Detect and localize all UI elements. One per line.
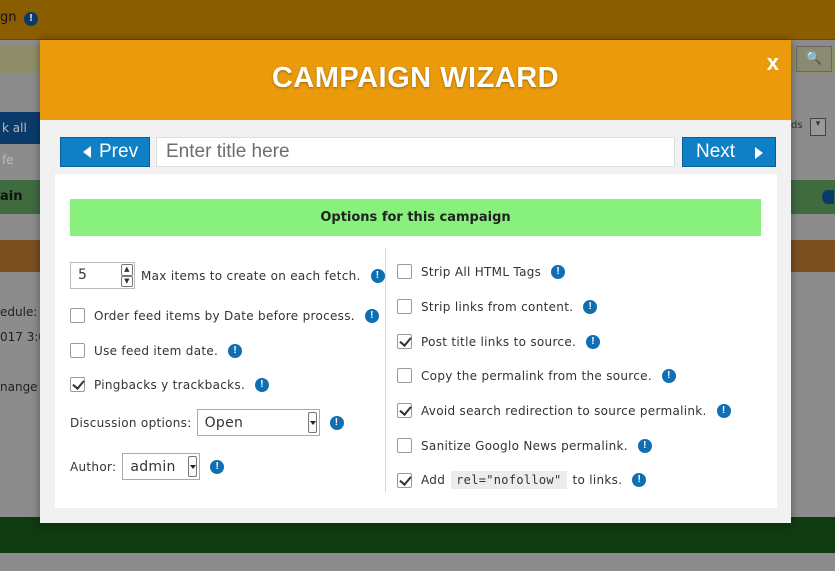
arrow-left-icon — [83, 146, 91, 158]
info-icon[interactable]: ! — [370, 268, 385, 283]
right-options-column: Strip All HTML Tags ! Strip links from c… — [386, 174, 777, 508]
author-row: Author: admin ! — [70, 453, 225, 480]
copy-permalink-checkbox[interactable] — [397, 368, 412, 383]
background-check-all-feeds: k all fe — [0, 112, 40, 167]
post-title-links-label: Post title links to source. — [421, 334, 577, 349]
info-icon[interactable]: ! — [210, 459, 225, 474]
close-icon[interactable]: x — [767, 50, 779, 76]
background-right-select: ▾ — [810, 118, 826, 136]
next-button-label: Next — [696, 141, 736, 162]
pingbacks-label: Pingbacks y trackbacks. — [94, 377, 246, 392]
arrow-right-icon — [755, 147, 763, 159]
strip-links-label: Strip links from content. — [421, 299, 574, 314]
options-panel: Options for this campaign 5 ▲ ▼ Max item… — [55, 174, 777, 508]
use-feed-date-checkbox[interactable] — [70, 343, 85, 358]
info-icon[interactable]: ! — [364, 308, 379, 323]
pingbacks-row: Pingbacks y trackbacks. ! — [70, 377, 270, 392]
background-topbar-text: gn — [0, 10, 17, 25]
sanitize-google-checkbox[interactable] — [397, 438, 412, 453]
title-input[interactable] — [156, 137, 675, 167]
info-icon[interactable]: ! — [329, 415, 344, 430]
info-icon: ! — [24, 12, 38, 26]
next-button[interactable]: Next — [682, 137, 776, 167]
author-value: admin — [130, 458, 176, 475]
discussion-row: Discussion options: Open ! — [70, 409, 344, 436]
stepper-buttons: ▲ ▼ — [120, 263, 134, 288]
nofollow-label-after: to links. — [572, 473, 623, 487]
chevron-down-icon[interactable]: ▼ — [121, 275, 133, 287]
discussion-value: Open — [204, 414, 244, 431]
background-info-icon — [822, 190, 834, 204]
strip-html-label: Strip All HTML Tags — [421, 264, 542, 279]
nofollow-label-before: Add — [421, 473, 446, 487]
info-icon[interactable]: ! — [632, 473, 647, 487]
modal-header: CAMPAIGN WIZARD x — [40, 40, 791, 120]
max-items-row: 5 ▲ ▼ Max items to create on each fetch.… — [70, 262, 385, 289]
left-options-column: 5 ▲ ▼ Max items to create on each fetch.… — [55, 174, 385, 508]
campaign-wizard-modal: CAMPAIGN WIZARD x Prev Next Options for … — [40, 40, 791, 523]
author-select[interactable]: admin — [122, 453, 201, 480]
sanitize-google-label: Sanitize Googlo News permalink. — [421, 438, 628, 453]
max-items-stepper[interactable]: 5 ▲ ▼ — [70, 262, 135, 289]
modal-title: CAMPAIGN WIZARD — [271, 62, 560, 94]
order-by-date-checkbox[interactable] — [70, 308, 85, 323]
wizard-nav: Prev Next — [60, 137, 776, 167]
info-icon[interactable]: ! — [551, 264, 566, 279]
copy-permalink-label: Copy the permalink from the source. — [421, 368, 652, 383]
post-title-links-row: Post title links to source. ! — [397, 334, 601, 349]
background-topbar: gn ! — [0, 0, 835, 40]
order-by-date-row: Order feed items by Date before process.… — [70, 308, 379, 323]
max-items-label: Max items to create on each fetch. — [141, 268, 361, 283]
order-by-date-label: Order feed items by Date before process. — [94, 308, 355, 323]
nofollow-code: rel="nofollow" — [451, 471, 567, 489]
max-items-value: 5 — [78, 267, 88, 283]
background-right-label: ds — [791, 120, 803, 131]
strip-links-row: Strip links from content. ! — [397, 299, 598, 314]
nofollow-checkbox[interactable] — [397, 472, 412, 488]
discussion-select[interactable]: Open — [196, 409, 320, 436]
info-icon[interactable]: ! — [228, 343, 243, 358]
use-feed-date-row: Use feed item date. ! — [70, 343, 243, 358]
info-icon[interactable]: ! — [661, 368, 676, 383]
info-icon[interactable]: ! — [586, 334, 601, 349]
info-icon[interactable]: ! — [255, 377, 270, 392]
prev-button[interactable]: Prev — [60, 137, 150, 167]
strip-html-row: Strip All HTML Tags ! — [397, 264, 566, 279]
strip-links-checkbox[interactable] — [397, 299, 412, 314]
copy-permalink-row: Copy the permalink from the source. ! — [397, 368, 676, 383]
discussion-label: Discussion options: — [70, 415, 192, 430]
avoid-redirection-row: Avoid search redirection to source perma… — [397, 403, 731, 418]
strip-html-checkbox[interactable] — [397, 264, 412, 279]
avoid-redirection-checkbox[interactable] — [397, 403, 412, 418]
use-feed-date-label: Use feed item date. — [94, 343, 219, 358]
info-icon[interactable]: ! — [637, 438, 652, 453]
info-icon[interactable]: ! — [716, 403, 731, 418]
nofollow-row: Add rel="nofollow" to links. ! — [397, 471, 647, 489]
post-title-links-checkbox[interactable] — [397, 334, 412, 349]
info-icon[interactable]: ! — [583, 299, 598, 314]
avoid-redirection-label: Avoid search redirection to source perma… — [421, 403, 707, 418]
search-icon: 🔍 — [796, 46, 832, 72]
pingbacks-checkbox[interactable] — [70, 377, 85, 392]
chevron-down-icon — [307, 412, 317, 433]
author-label: Author: — [70, 459, 117, 474]
chevron-up-icon[interactable]: ▲ — [121, 264, 133, 276]
prev-button-label: Prev — [99, 141, 139, 162]
chevron-down-icon — [188, 456, 198, 477]
sanitize-google-row: Sanitize Googlo News permalink. ! — [397, 438, 652, 453]
